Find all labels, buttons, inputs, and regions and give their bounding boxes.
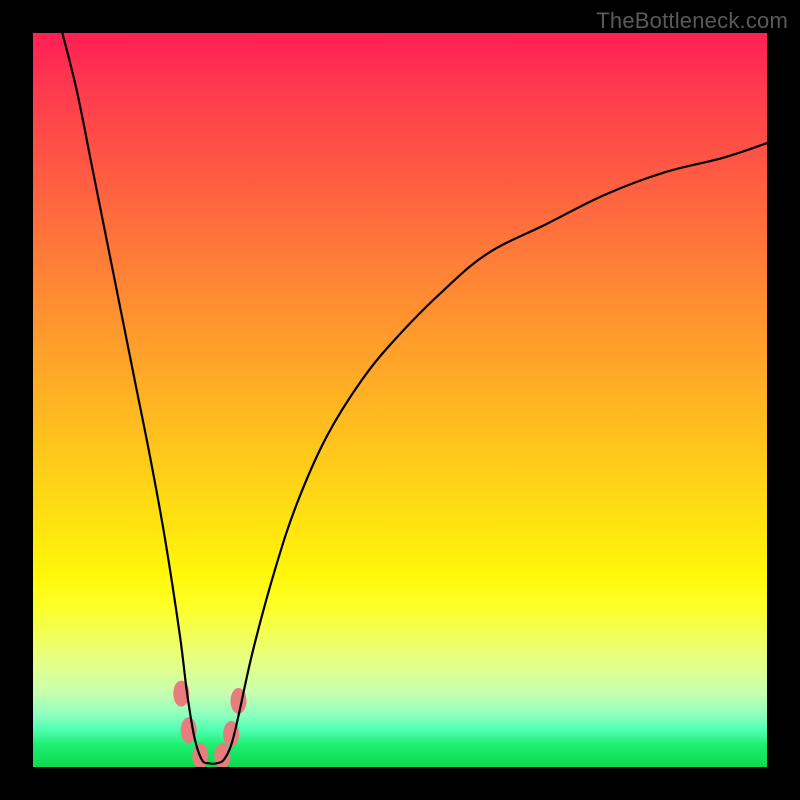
watermark-text: TheBottleneck.com xyxy=(596,8,788,34)
bottleneck-curve xyxy=(62,33,767,764)
chart-frame: TheBottleneck.com xyxy=(0,0,800,800)
plot-area xyxy=(33,33,767,767)
curve-layer xyxy=(33,33,767,767)
